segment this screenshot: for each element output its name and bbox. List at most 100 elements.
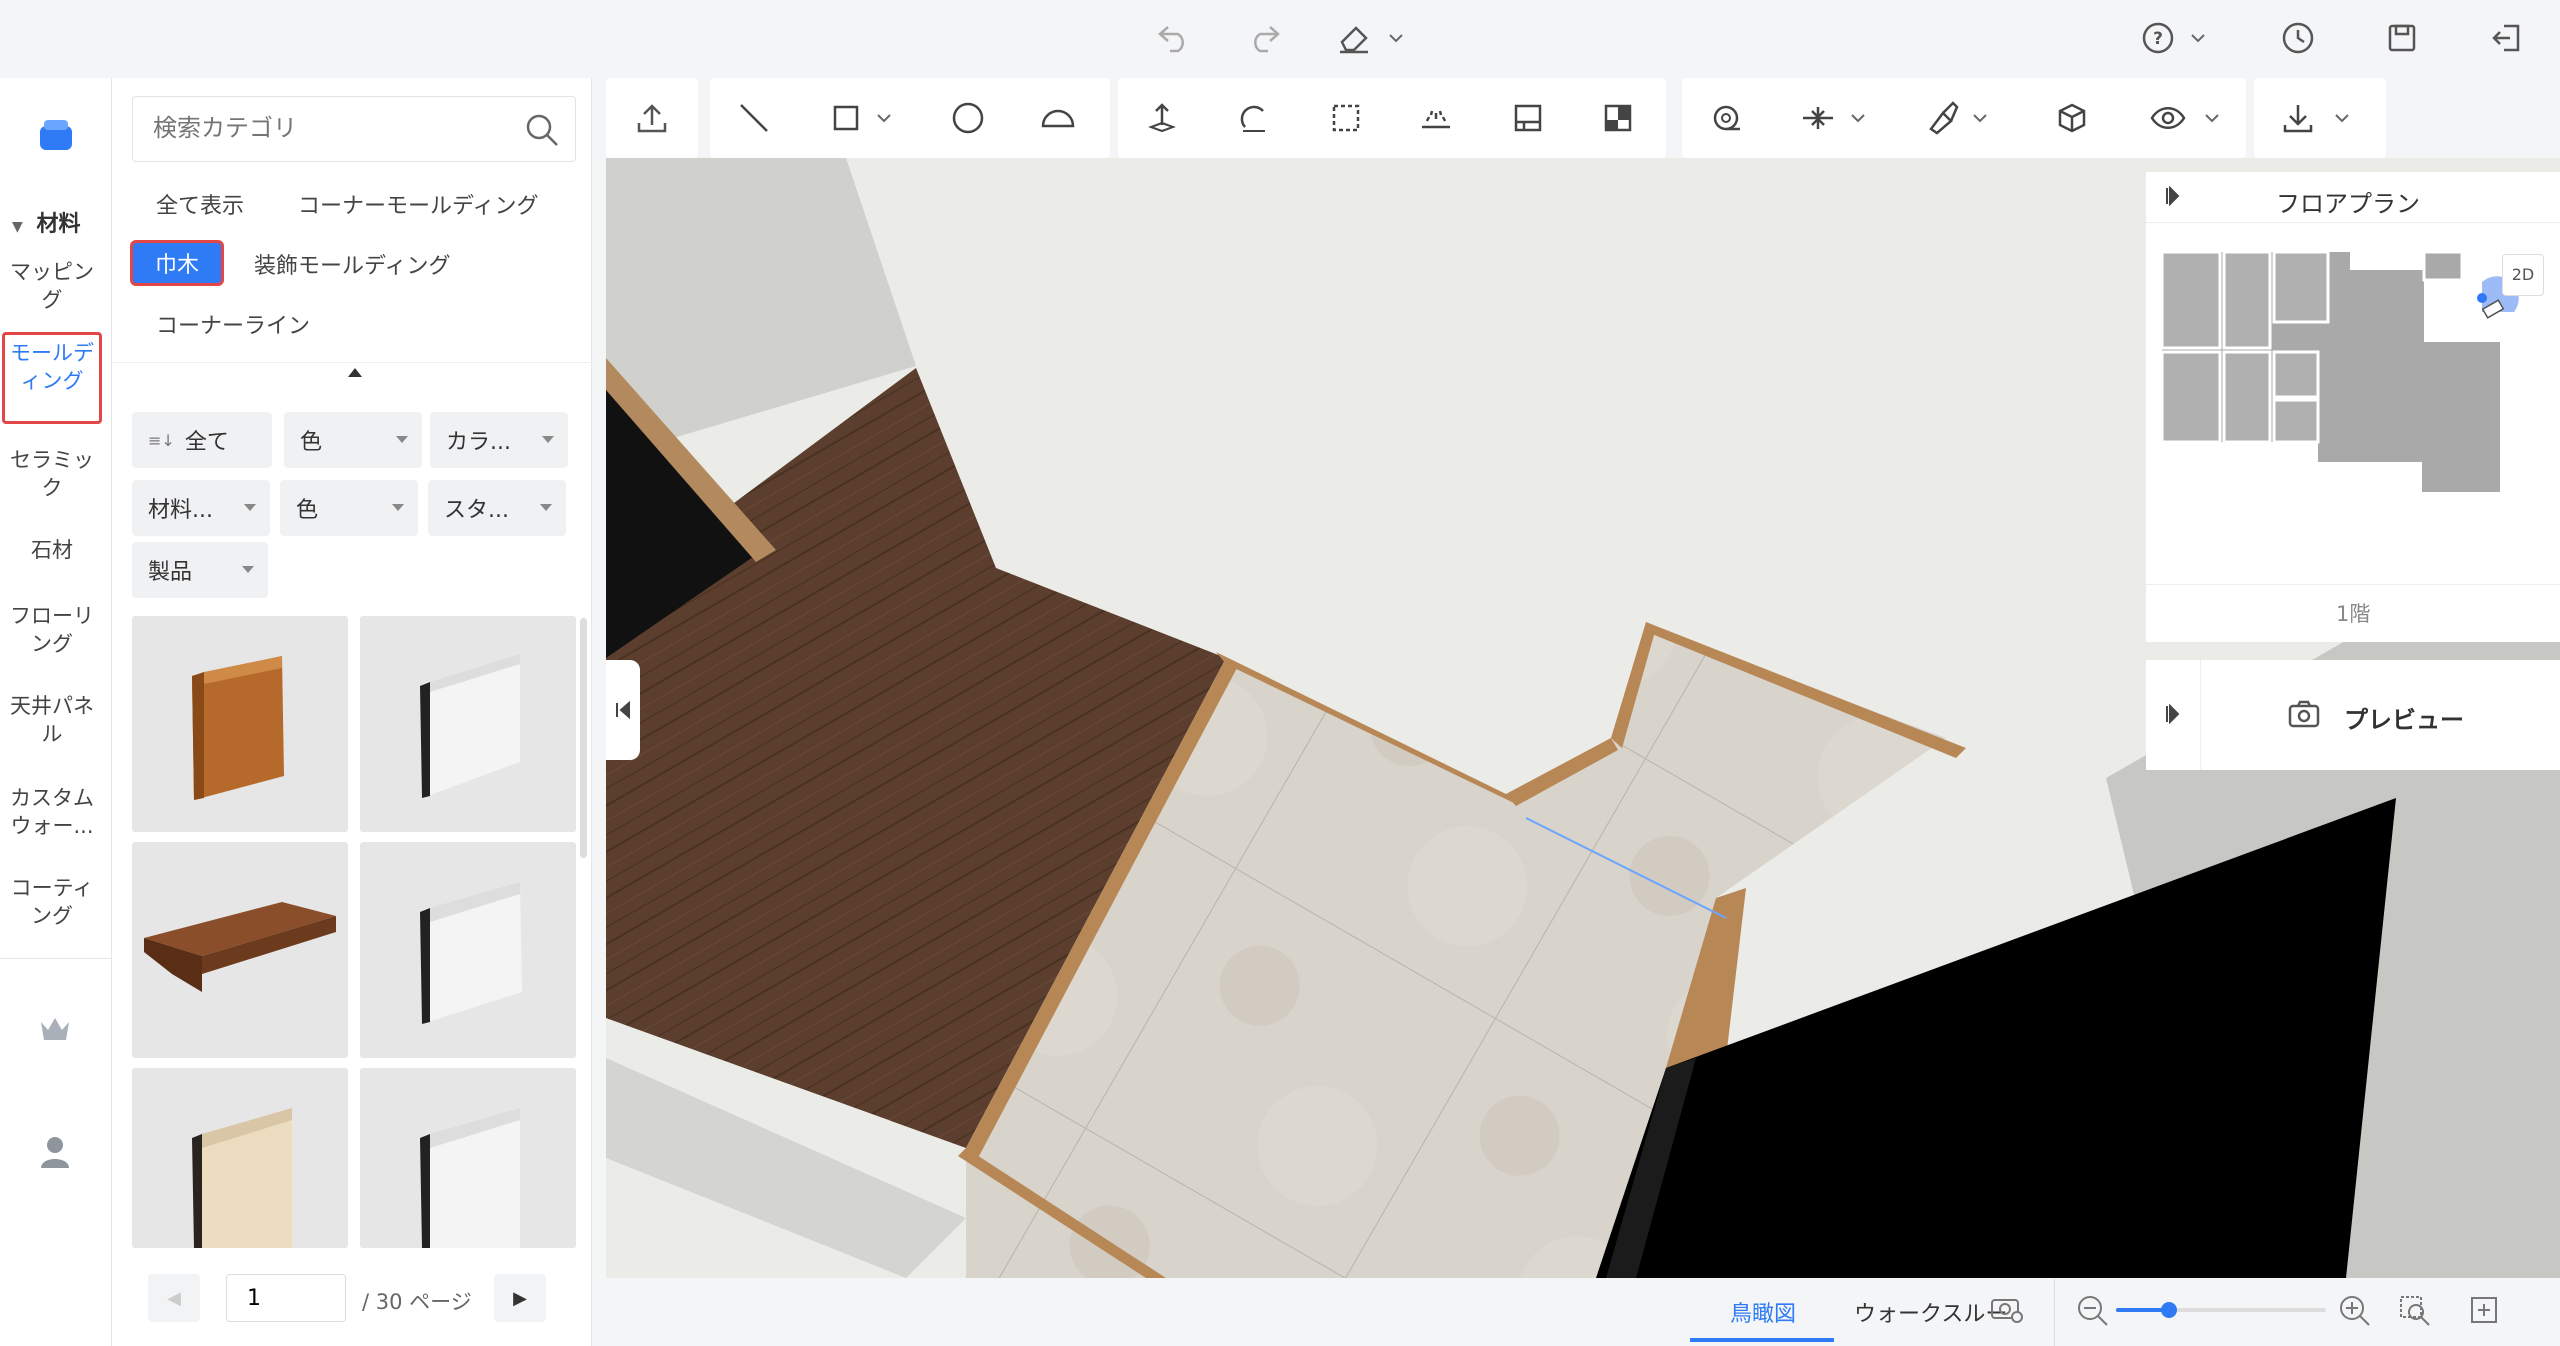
filter-product[interactable]: 製品 [132,542,268,598]
zoom-fit-icon[interactable] [2398,1294,2432,1332]
category-corner-line[interactable]: コーナーライン [156,308,310,340]
product-thumb[interactable] [132,842,348,1058]
rail-item-custom-wall[interactable]: カスタムウォー... [0,784,104,840]
filter-color-2[interactable]: 色 [280,480,418,536]
view-dropdown-icon[interactable] [2204,112,2220,124]
panel-collapse-handle[interactable] [606,660,640,760]
dropdown-caret-icon [542,436,554,443]
arc-tool-icon[interactable] [1038,98,1078,138]
eraser-dropdown-icon[interactable] [1386,28,1406,48]
product-thumb[interactable] [132,616,348,832]
search-input[interactable] [133,97,493,159]
measure-tool-icon[interactable] [1706,98,1746,138]
prev-page-button[interactable]: ◀ [148,1274,200,1322]
search-box [132,96,576,162]
help-icon[interactable]: ? [2138,18,2178,58]
floor-level[interactable]: 1階 [2336,598,2370,628]
rail-item-ceramic[interactable]: セラミック [0,446,104,502]
filter-color[interactable]: 色 [284,412,422,468]
product-thumb[interactable] [360,1068,576,1248]
download-icon[interactable] [2278,98,2318,138]
undo-icon[interactable] [1154,18,1194,58]
product-thumb[interactable] [132,1068,348,1248]
rectangle-tool-icon[interactable] [826,98,866,138]
product-thumb[interactable] [360,616,576,832]
rail-item-ceiling-panel[interactable]: 天井パネル [0,692,104,748]
paint-brush-icon[interactable] [1922,98,1962,138]
dropdown-caret-icon [392,504,404,511]
rail-item-flooring[interactable]: フローリング [0,602,104,658]
line-tool-icon[interactable] [734,98,774,138]
category-decorative-molding[interactable]: 装飾モールディング [254,248,450,280]
zoom-out-icon[interactable] [2076,1294,2110,1332]
filter-color-scheme[interactable]: カラ... [430,412,568,468]
toolbar-group-render [1682,78,2130,158]
catalog-scrollbar[interactable] [580,618,587,858]
category-all[interactable]: 全て表示 [156,188,244,220]
move-tool-icon[interactable] [1142,98,1182,138]
camera-icon[interactable] [2288,700,2320,732]
paint-dropdown-icon[interactable] [1972,112,1988,124]
align-tool-icon[interactable] [1798,98,1838,138]
rail-item-mapping[interactable]: マッピング [0,258,104,314]
rail-item-molding[interactable]: モールディング [2,332,102,424]
fullscreen-icon[interactable] [2468,1294,2500,1330]
filter-style[interactable]: スタ... [428,480,566,536]
circle-tool-icon[interactable] [948,98,988,138]
page-input[interactable] [226,1274,346,1322]
history-icon[interactable] [2278,18,2318,58]
2d-toggle-badge[interactable]: 2D [2502,254,2544,296]
camera-settings-icon[interactable] [1990,1294,2024,1328]
rail-item-stone[interactable]: 石材 [0,536,104,564]
expand-right-icon[interactable] [2164,703,2182,728]
collapse-up-icon[interactable] [348,368,362,377]
dropdown-caret-icon [540,504,552,511]
download-dropdown-icon[interactable] [2334,112,2350,124]
zoom-slider-knob[interactable] [2160,1302,2177,1318]
upload-icon[interactable] [632,98,672,138]
collapse-left-icon [616,701,630,719]
cube-icon[interactable] [2052,98,2092,138]
zoom-in-icon[interactable] [2338,1294,2372,1332]
rotate-tool-icon[interactable] [1234,98,1274,138]
materials-logo-icon[interactable] [36,116,76,156]
tab-walkthrough[interactable]: ウォークスルー [1854,1296,2007,1328]
preview-divider [2200,660,2201,770]
search-icon[interactable] [523,111,561,149]
split-view-icon[interactable] [1598,98,1638,138]
eye-icon[interactable] [2148,98,2188,138]
next-page-button[interactable]: ▶ [494,1274,546,1322]
filter-sort[interactable]: ≡↓ 全て [132,412,272,468]
floorplan-panel: フロアプラン 2D 1階 [2146,172,2560,642]
floorplan-map[interactable] [2162,252,2542,492]
expand-right-icon[interactable] [2164,185,2182,210]
help-dropdown-icon[interactable] [2188,28,2208,48]
preview-panel: プレビュー [2146,660,2560,770]
preview-button[interactable]: プレビュー [2344,700,2464,735]
filter-material[interactable]: 材料... [132,480,270,536]
category-corner-molding[interactable]: コーナーモールディング [298,188,538,220]
pagination: ◀ / 30 ページ ▶ [112,1248,592,1346]
user-icon[interactable] [38,1134,72,1174]
materials-section-title[interactable]: ▼ 材料 [12,206,80,238]
tab-birdseye[interactable]: 鳥瞰図 [1730,1296,1796,1328]
exit-icon[interactable] [2486,18,2526,58]
save-icon[interactable] [2382,18,2422,58]
panel-divider [112,362,592,363]
layout-tool-icon[interactable] [1508,98,1548,138]
rail-item-coating[interactable]: コーティング [0,874,104,930]
crown-icon[interactable] [38,1014,72,1048]
rail-divider [0,958,112,959]
select-box-icon[interactable] [1326,98,1366,138]
category-baseboard[interactable]: 巾木 [130,240,225,286]
light-tool-icon[interactable] [1416,98,1456,138]
eraser-icon[interactable] [1334,18,1374,58]
chevron-down-icon: ▼ [12,219,23,235]
product-thumb[interactable] [360,842,576,1058]
toolbar-group-draw [710,78,1110,158]
toolbar-group-view [2126,78,2246,158]
active-tab-indicator [1690,1338,1834,1342]
redo-icon[interactable] [1244,18,1284,58]
rectangle-dropdown-icon[interactable] [876,112,892,124]
align-dropdown-icon[interactable] [1850,112,1866,124]
